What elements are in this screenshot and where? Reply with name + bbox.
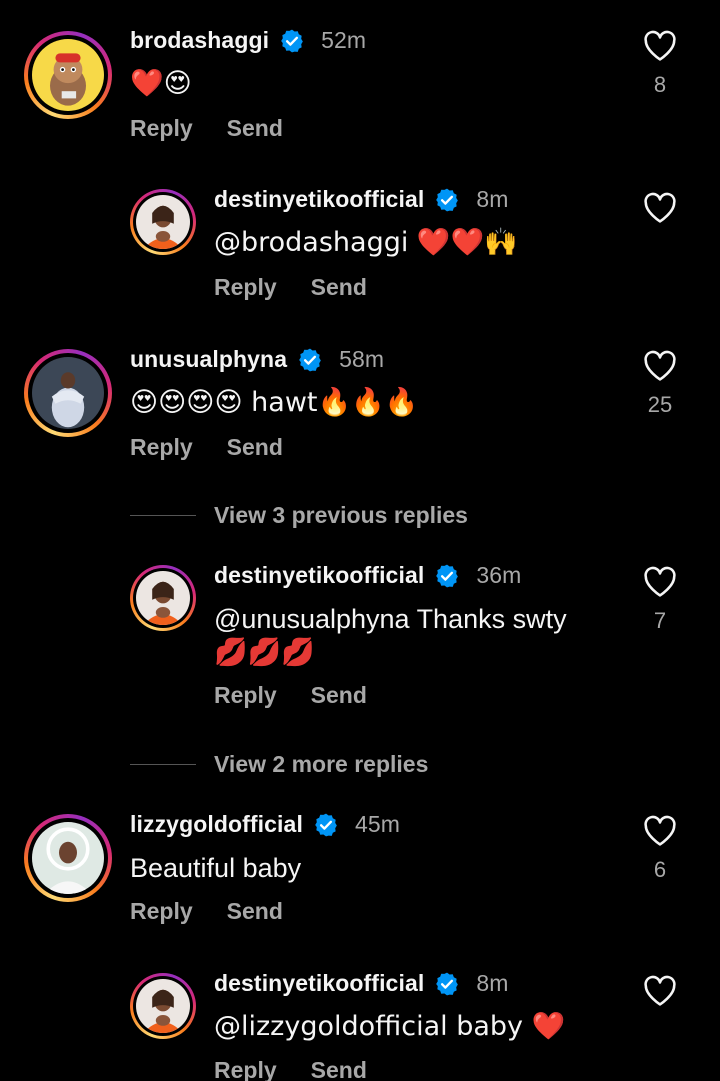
reply-button[interactable]: Reply <box>214 274 277 301</box>
reply-button[interactable]: Reply <box>130 115 193 142</box>
heart-outline-icon <box>644 192 676 223</box>
avatar-destinyetikoofficial[interactable] <box>130 189 196 255</box>
username[interactable]: destinyetikoofficial <box>214 970 424 997</box>
avatar-image <box>136 571 190 625</box>
comment-text: @lizzygoldofficial baby ❤️ <box>214 1011 566 1042</box>
heart-outline-icon <box>644 30 676 61</box>
avatar-lizzygoldofficial[interactable] <box>24 814 112 902</box>
avatar-image <box>32 39 104 111</box>
send-button[interactable]: Send <box>311 274 367 301</box>
like-count: 25 <box>647 392 673 417</box>
send-button[interactable]: Send <box>311 682 367 709</box>
verified-badge-icon <box>297 347 323 373</box>
like-button[interactable] <box>640 975 680 1007</box>
like-button[interactable] <box>640 192 680 224</box>
view-replies-label: View 3 previous replies <box>214 502 468 528</box>
comment-text: 😍😍😍😍 hawt🔥🔥🔥 <box>130 387 419 418</box>
like-button[interactable]: 7 <box>640 566 680 634</box>
avatar-image <box>32 822 104 894</box>
send-button[interactable]: Send <box>227 115 283 142</box>
heart-outline-icon <box>644 350 676 381</box>
comment-text: Beautiful baby <box>130 853 302 883</box>
avatar-destinyetikoofficial[interactable] <box>130 973 196 1039</box>
comment-text: @brodashaggi ❤️❤️🙌 <box>214 227 518 258</box>
avatar-image <box>32 357 104 429</box>
reply-button[interactable]: Reply <box>130 898 193 925</box>
timestamp: 58m <box>339 346 385 372</box>
comment-text-line-1: @unusualphyna Thanks swty <box>214 604 567 634</box>
like-count: 7 <box>653 608 667 633</box>
like-button[interactable]: 6 <box>640 815 680 883</box>
username[interactable]: brodashaggi <box>130 27 269 54</box>
username[interactable]: destinyetikoofficial <box>214 186 424 213</box>
reply-button[interactable]: Reply <box>214 682 277 709</box>
avatar-destinyetikoofficial[interactable] <box>130 565 196 631</box>
send-button[interactable]: Send <box>227 898 283 925</box>
comment-text: ❤️😍 <box>130 68 192 99</box>
timestamp: 8m <box>476 186 509 212</box>
send-button[interactable]: Send <box>311 1057 367 1081</box>
heart-outline-icon <box>644 975 676 1006</box>
view-previous-replies-button[interactable]: View 3 previous replies <box>130 502 468 529</box>
heart-outline-icon <box>644 815 676 846</box>
verified-badge-icon <box>279 28 305 54</box>
reply-button[interactable]: Reply <box>130 434 193 461</box>
comment-text-line-2: 💋💋💋 <box>214 637 315 668</box>
view-more-replies-button[interactable]: View 2 more replies <box>130 751 428 778</box>
username[interactable]: unusualphyna <box>130 346 287 373</box>
username[interactable]: lizzygoldofficial <box>130 811 303 838</box>
verified-badge-icon <box>313 812 339 838</box>
timestamp: 36m <box>476 562 522 588</box>
timestamp: 52m <box>321 27 367 53</box>
avatar-unusualphyna[interactable] <box>24 349 112 437</box>
divider-line <box>130 515 196 516</box>
verified-badge-icon <box>434 563 460 589</box>
like-count: 8 <box>653 72 667 97</box>
verified-badge-icon <box>434 971 460 997</box>
verified-badge-icon <box>434 187 460 213</box>
like-button[interactable]: 25 <box>640 350 680 418</box>
heart-outline-icon <box>644 566 676 597</box>
avatar-image <box>136 195 190 249</box>
username[interactable]: destinyetikoofficial <box>214 562 424 589</box>
comments-feed: brodashaggi 52m ❤️😍 Reply Send 8 destiny… <box>0 0 720 1081</box>
reply-button[interactable]: Reply <box>214 1057 277 1081</box>
view-replies-label: View 2 more replies <box>214 751 429 777</box>
timestamp: 45m <box>354 811 400 837</box>
divider-line <box>130 764 196 765</box>
like-count: 6 <box>653 857 667 882</box>
like-button[interactable]: 8 <box>640 30 680 98</box>
avatar-brodashaggi[interactable] <box>24 31 112 119</box>
avatar-image <box>136 979 190 1033</box>
send-button[interactable]: Send <box>227 434 283 461</box>
timestamp: 8m <box>476 970 509 996</box>
